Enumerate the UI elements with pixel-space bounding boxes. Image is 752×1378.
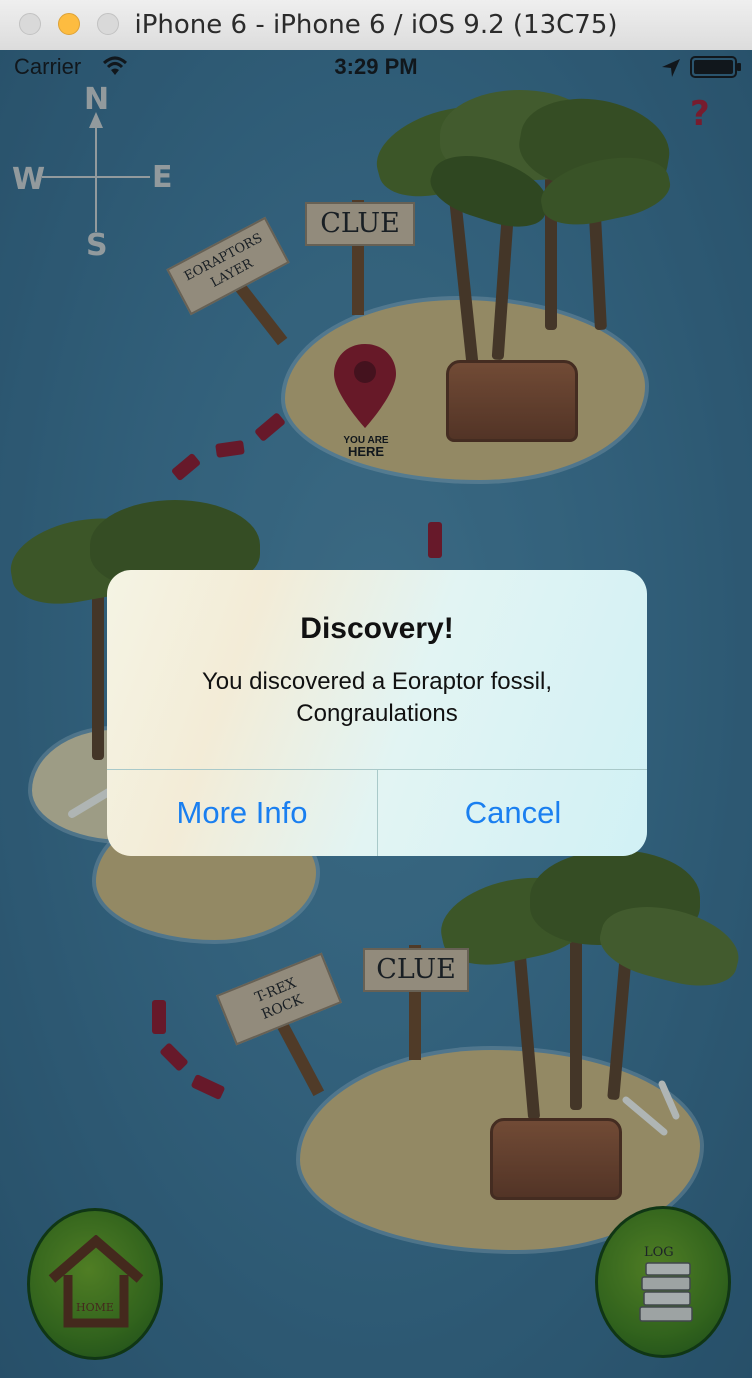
- window-titlebar: iPhone 6 - iPhone 6 / iOS 9.2 (13C75): [0, 0, 752, 51]
- alert-message-line: You discovered a Eoraptor fossil,: [202, 668, 552, 695]
- more-info-button[interactable]: More Info: [107, 770, 377, 856]
- cancel-button[interactable]: Cancel: [378, 770, 647, 856]
- discovery-alert: Discovery! You discovered a Eoraptor fos…: [107, 570, 647, 856]
- window-title: iPhone 6 - iPhone 6 / iOS 9.2 (13C75): [134, 10, 618, 40]
- alert-title: Discovery!: [300, 612, 454, 645]
- app-screen: Carrier 3:29 PM N W E S ? CLUE EORAPTORS…: [0, 50, 752, 1378]
- simulator-window: iPhone 6 - iPhone 6 / iOS 9.2 (13C75) Ca…: [0, 0, 752, 1378]
- alert-message-line: Congraulations: [296, 700, 458, 727]
- alert-message: You discovered a Eoraptor fossil, Congra…: [147, 666, 607, 730]
